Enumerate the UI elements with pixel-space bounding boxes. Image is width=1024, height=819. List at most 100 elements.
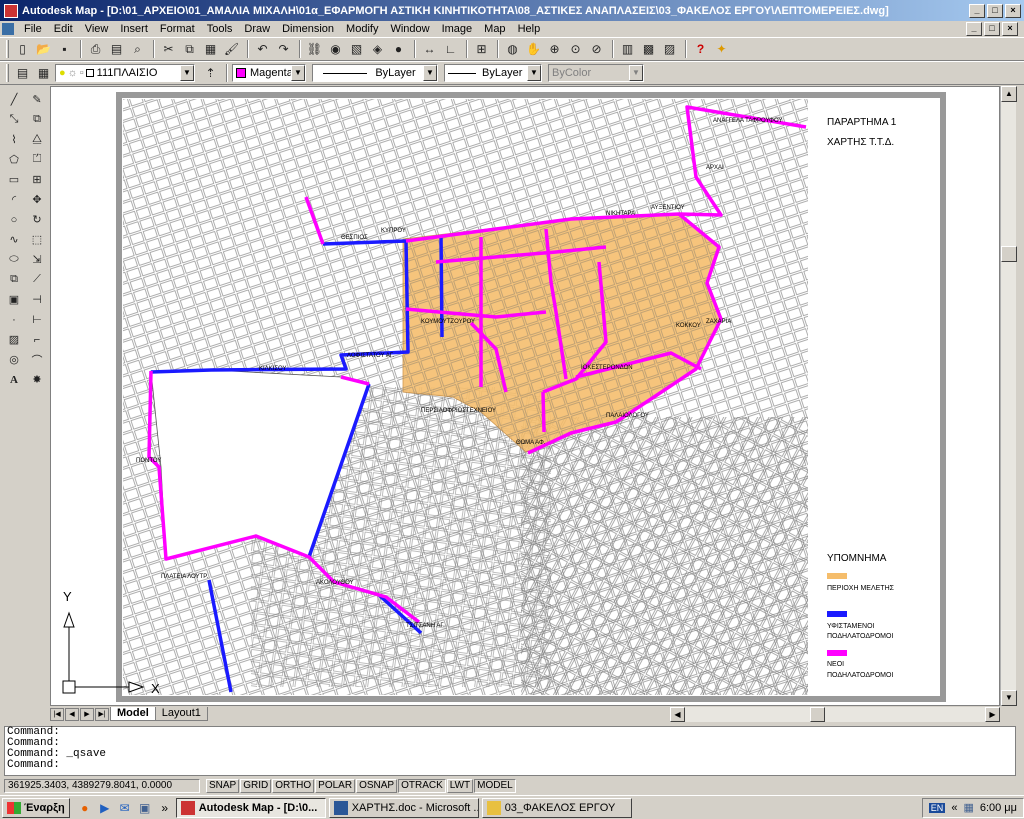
scroll-thumb[interactable] [1001, 246, 1017, 262]
close-button[interactable]: × [1005, 3, 1021, 18]
lwt-toggle[interactable]: LWT [446, 779, 474, 793]
osnap-toggle[interactable]: OSNAP [356, 779, 398, 793]
scroll-right-icon[interactable]: ▶ [985, 706, 1000, 722]
doc-close-button[interactable]: × [1002, 22, 1018, 36]
menu-help[interactable]: Help [512, 23, 547, 35]
document-icon[interactable] [2, 23, 14, 35]
make-block-icon[interactable]: ▣ [5, 290, 24, 309]
spline-icon[interactable]: ∿ [5, 230, 24, 249]
move-icon[interactable]: ✥ [28, 190, 47, 209]
toolbar-grip[interactable] [6, 40, 9, 58]
chevron-down-icon[interactable]: ▼ [180, 65, 194, 81]
distance-icon[interactable]: ↔ [420, 40, 439, 59]
grid-toggle[interactable]: GRID [240, 779, 272, 793]
menu-view[interactable]: View [79, 23, 115, 35]
language-indicator[interactable]: EN [928, 802, 946, 813]
print-preview-icon[interactable]: ▤ [107, 40, 126, 59]
line-icon[interactable]: ╱ [5, 90, 24, 109]
region-icon[interactable]: ◎ [5, 350, 24, 369]
point-icon[interactable]: · [5, 310, 24, 329]
3d-orbit-icon[interactable]: ◍ [503, 40, 522, 59]
menu-tools[interactable]: Tools [201, 23, 239, 35]
layer-manager-icon[interactable]: ▧ [347, 40, 366, 59]
query-icon[interactable]: ◈ [368, 40, 387, 59]
menu-modify[interactable]: Modify [340, 23, 384, 35]
zoom-previous-icon[interactable]: ⊘ [587, 40, 606, 59]
globe-icon[interactable]: ● [389, 40, 408, 59]
taskbar-item-word[interactable]: ΧΑΡΤΗΣ.doc - Microsoft ... [328, 797, 479, 818]
otrack-toggle[interactable]: OTRACK [398, 779, 446, 793]
next-tab-icon[interactable]: ▶ [80, 707, 94, 721]
taskbar-item-folder[interactable]: 03_ΦΑΚΕΛΟΣ ΕΡΓΟΥ [481, 797, 632, 818]
arc-icon[interactable]: ◜ [5, 190, 24, 209]
drawing-area[interactable]: ΘΕΣΠΙΟΣ ΚΥΠΡΟΥ ΚΙΛΚΙΣΟΥ ΛΟΦΙΣΤΑΤΟΥ ΑΓ. Κ… [50, 86, 1000, 706]
named-views-icon[interactable]: ⊞ [472, 40, 491, 59]
start-button[interactable]: Έναρξη [2, 797, 70, 818]
save-icon[interactable]: ▪ [55, 40, 74, 59]
match-properties-icon[interactable]: 🖌 [222, 40, 241, 59]
color-dropdown[interactable]: Magenta ▼ [232, 64, 306, 82]
find-icon[interactable]: ⌕ [128, 40, 147, 59]
chevron-down-icon[interactable]: ▼ [291, 65, 305, 81]
properties-icon[interactable]: ▥ [618, 40, 637, 59]
scroll-left-icon[interactable]: ◀ [670, 706, 685, 722]
open-icon[interactable]: 📂 [34, 40, 53, 59]
network-icon[interactable]: ▦ [963, 801, 973, 814]
menu-dimension[interactable]: Dimension [276, 23, 340, 35]
maximize-button[interactable]: □ [987, 3, 1003, 18]
scroll-down-icon[interactable]: ▼ [1001, 690, 1017, 706]
fillet-icon[interactable]: ⌒ [28, 350, 47, 369]
redo-icon[interactable]: ↷ [274, 40, 293, 59]
doc-minimize-button[interactable]: _ [966, 22, 982, 36]
more-icon[interactable]: » [156, 799, 174, 817]
prev-tab-icon[interactable]: ◀ [65, 707, 79, 721]
doc-restore-button[interactable]: □ [984, 22, 1000, 36]
ortho-toggle[interactable]: ORTHO [272, 779, 315, 793]
model-toggle[interactable]: MODEL [474, 779, 516, 793]
rotate-icon[interactable]: ↻ [28, 210, 47, 229]
chevron-down-icon[interactable]: ▼ [423, 65, 437, 81]
layer-properties-icon[interactable]: ▤ [13, 64, 32, 83]
menu-insert[interactable]: Insert [114, 23, 154, 35]
menu-file[interactable]: File [18, 23, 48, 35]
offset-icon[interactable]: ⏍ [28, 150, 47, 169]
help-icon[interactable]: ? [691, 40, 710, 59]
undo-icon[interactable]: ↶ [253, 40, 272, 59]
copy-object-icon[interactable]: ⧉ [28, 110, 47, 129]
tab-layout1[interactable]: Layout1 [154, 707, 208, 721]
linetype-dropdown[interactable]: ByLayer ▼ [312, 64, 438, 82]
outlook-icon[interactable]: ✉ [116, 799, 134, 817]
design-center-icon[interactable]: ▩ [639, 40, 658, 59]
chamfer-icon[interactable]: ⌐ [28, 330, 47, 349]
rectangle-icon[interactable]: ▭ [5, 170, 24, 189]
menu-draw[interactable]: Draw [238, 23, 276, 35]
zoom-window-icon[interactable]: ⊙ [566, 40, 585, 59]
print-icon[interactable]: ⎙ [86, 40, 105, 59]
lineweight-dropdown[interactable]: ByLayer ▼ [444, 64, 542, 82]
layer-states-icon[interactable]: ▦ [34, 64, 53, 83]
tray-expand-icon[interactable]: « [951, 802, 957, 814]
scale-icon[interactable]: ⬚ [28, 230, 47, 249]
command-prompt[interactable]: Command: [7, 760, 1015, 771]
insert-block-icon[interactable]: ⧉ [5, 270, 24, 289]
horizontal-scrollbar[interactable]: ◀ ▶ [670, 706, 1000, 722]
multiline-text-icon[interactable]: A [5, 370, 24, 389]
extend-icon[interactable]: ⊣ [28, 290, 47, 309]
menu-map[interactable]: Map [478, 23, 511, 35]
mirror-icon[interactable]: ⧋ [28, 130, 47, 149]
hyperlink-icon[interactable]: ⛓ [305, 40, 324, 59]
clock[interactable]: 6:00 μμ [980, 802, 1017, 814]
ellipse-icon[interactable]: ⬭ [5, 250, 24, 269]
cut-icon[interactable]: ✂ [159, 40, 178, 59]
vertical-scrollbar[interactable]: ▲ ▼ [1000, 86, 1017, 706]
menu-window[interactable]: Window [384, 23, 435, 35]
explode-icon[interactable]: ✸ [28, 370, 47, 389]
menu-edit[interactable]: Edit [48, 23, 79, 35]
circle-icon[interactable]: ○ [5, 210, 24, 229]
toolbar-grip[interactable] [6, 64, 9, 82]
active-assistance-icon[interactable]: ✦ [712, 40, 731, 59]
paste-icon[interactable]: ▦ [201, 40, 220, 59]
tab-model[interactable]: Model [110, 707, 156, 721]
last-tab-icon[interactable]: ▶| [95, 707, 109, 721]
hatch-icon[interactable]: ▨ [5, 330, 24, 349]
